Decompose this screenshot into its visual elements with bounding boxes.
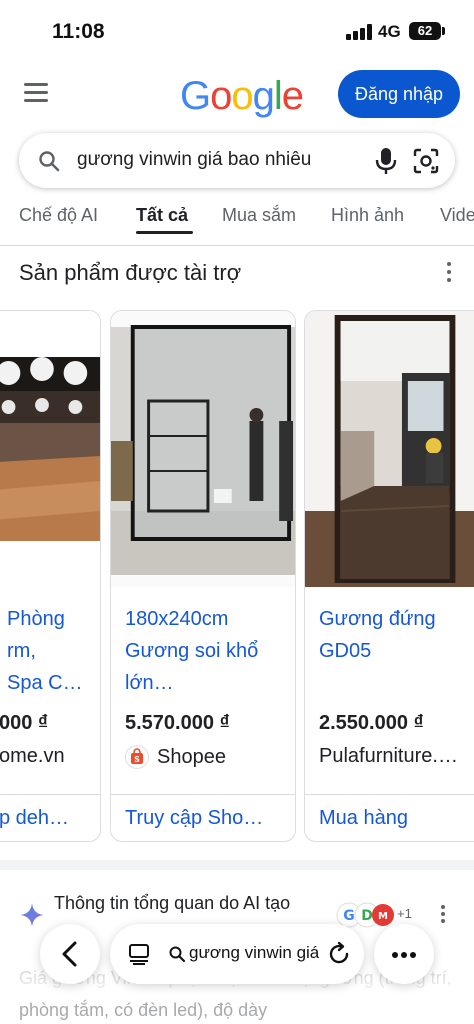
visit-store-link[interactable]: p deh…: [0, 807, 69, 830]
logo-letter: o: [231, 74, 253, 118]
battery-icon: 62: [409, 22, 445, 40]
more-menu-button[interactable]: [374, 924, 434, 984]
active-tab-indicator: [136, 231, 193, 234]
shopee-logo-icon: S: [125, 745, 149, 769]
tab-ai-mode[interactable]: Chế độ AI: [19, 205, 98, 226]
microphone-icon[interactable]: [375, 147, 397, 175]
status-time: 11:08: [52, 20, 105, 43]
product-image: [0, 311, 100, 587]
search-icon: [39, 151, 60, 172]
svg-text:G: G: [343, 908, 355, 924]
visit-store-link[interactable]: Truy cập Sho…: [125, 807, 263, 830]
search-tabs: Chế độ AI Tất cả Mua sắm Hình ảnh Vide: [0, 198, 474, 246]
sponsored-section-title: Sản phẩm được tài trợ: [19, 260, 242, 285]
logo-letter: G: [180, 74, 211, 118]
product-title-line: Spa C…: [7, 672, 83, 694]
tab-videos[interactable]: Vide: [440, 205, 474, 226]
logo-letter: e: [281, 74, 304, 118]
status-bar: 11:08 4G 62: [0, 0, 474, 62]
product-seller: ome.vn: [0, 745, 65, 767]
buy-now-link[interactable]: Mua hàng: [319, 807, 408, 830]
search-input[interactable]: gương vinwin giá bao nhiêu: [77, 149, 353, 171]
section-separator: [0, 860, 474, 870]
more-dot: [410, 952, 416, 958]
address-text[interactable]: gương vinwin giá bao nhiêu: [189, 943, 319, 963]
hamburger-menu-icon[interactable]: [24, 83, 48, 103]
seller-name: Shopee: [157, 745, 226, 768]
tab-images[interactable]: Hình ảnh: [331, 205, 404, 226]
product-seller: Pulafurniture.…: [319, 745, 458, 767]
svg-text:D: D: [361, 908, 373, 924]
product-title-line: Gương đứng: [319, 608, 436, 630]
logo-letter: g: [252, 74, 275, 118]
source-favicons[interactable]: G D M: [335, 901, 397, 929]
more-dot: [392, 952, 398, 958]
more-options-icon[interactable]: [440, 905, 446, 925]
chevron-left-icon: [62, 941, 77, 967]
card-divider: [0, 794, 100, 795]
product-title[interactable]: 180x240cm Gương soi khổ lớn…: [125, 603, 295, 699]
search-icon: [169, 946, 186, 963]
sign-in-button[interactable]: Đăng nhập: [338, 70, 460, 118]
logo-letter: o: [210, 74, 232, 118]
product-seller: S Shopee: [125, 745, 226, 769]
product-price: 5.570.000 ₫: [125, 712, 230, 734]
product-title[interactable]: Phòng rm, Spa C…: [7, 603, 100, 699]
product-title-line: rm,: [7, 640, 36, 662]
product-card[interactable]: Gương đứng GD05 2.550.000 ₫ Pulafurnitur…: [304, 310, 474, 842]
more-sources-count[interactable]: +1: [397, 906, 412, 921]
svg-text:M: M: [378, 911, 388, 922]
product-card[interactable]: Phòng rm, Spa C… 000 ₫ ome.vn p deh…: [0, 310, 101, 842]
product-price: 2.550.000 ₫: [319, 712, 424, 734]
tab-overview-icon[interactable]: [128, 943, 150, 965]
logo-letter: l: [273, 74, 283, 118]
search-box[interactable]: gương vinwin giá bao nhiêu: [19, 133, 455, 188]
product-image: [305, 311, 474, 587]
network-type: 4G: [378, 22, 401, 41]
product-price: 000 ₫: [0, 712, 49, 734]
svg-text:S: S: [134, 755, 140, 764]
card-divider: [111, 794, 295, 795]
back-button[interactable]: [40, 924, 100, 984]
battery-level: 62: [417, 23, 433, 38]
reload-icon[interactable]: [326, 941, 352, 967]
product-title-line: Phòng: [7, 608, 65, 630]
product-title-line: GD05: [319, 640, 372, 662]
more-dot: [401, 952, 407, 958]
google-logo[interactable]: Google: [180, 74, 304, 119]
product-title[interactable]: Gương đứng GD05: [319, 603, 474, 667]
product-title-line: lớn…: [125, 672, 174, 694]
ai-overview-title[interactable]: Thông tin tổng quan do AI tạo: [54, 891, 314, 919]
tab-shopping[interactable]: Mua sắm: [222, 205, 296, 226]
card-divider: [305, 794, 474, 795]
more-options-icon[interactable]: [446, 262, 452, 284]
product-card[interactable]: 180x240cm Gương soi khổ lớn… 5.570.000 ₫…: [110, 310, 296, 842]
address-bar[interactable]: gương vinwin giá bao nhiêu: [110, 924, 364, 984]
tab-all[interactable]: Tất cả: [136, 205, 188, 226]
product-image: [111, 311, 295, 587]
product-title-line: 180x240cm: [125, 608, 229, 630]
google-lens-icon[interactable]: [413, 148, 439, 174]
cellular-signal-icon: [346, 24, 372, 40]
product-title-line: Gương soi khổ: [125, 640, 259, 662]
